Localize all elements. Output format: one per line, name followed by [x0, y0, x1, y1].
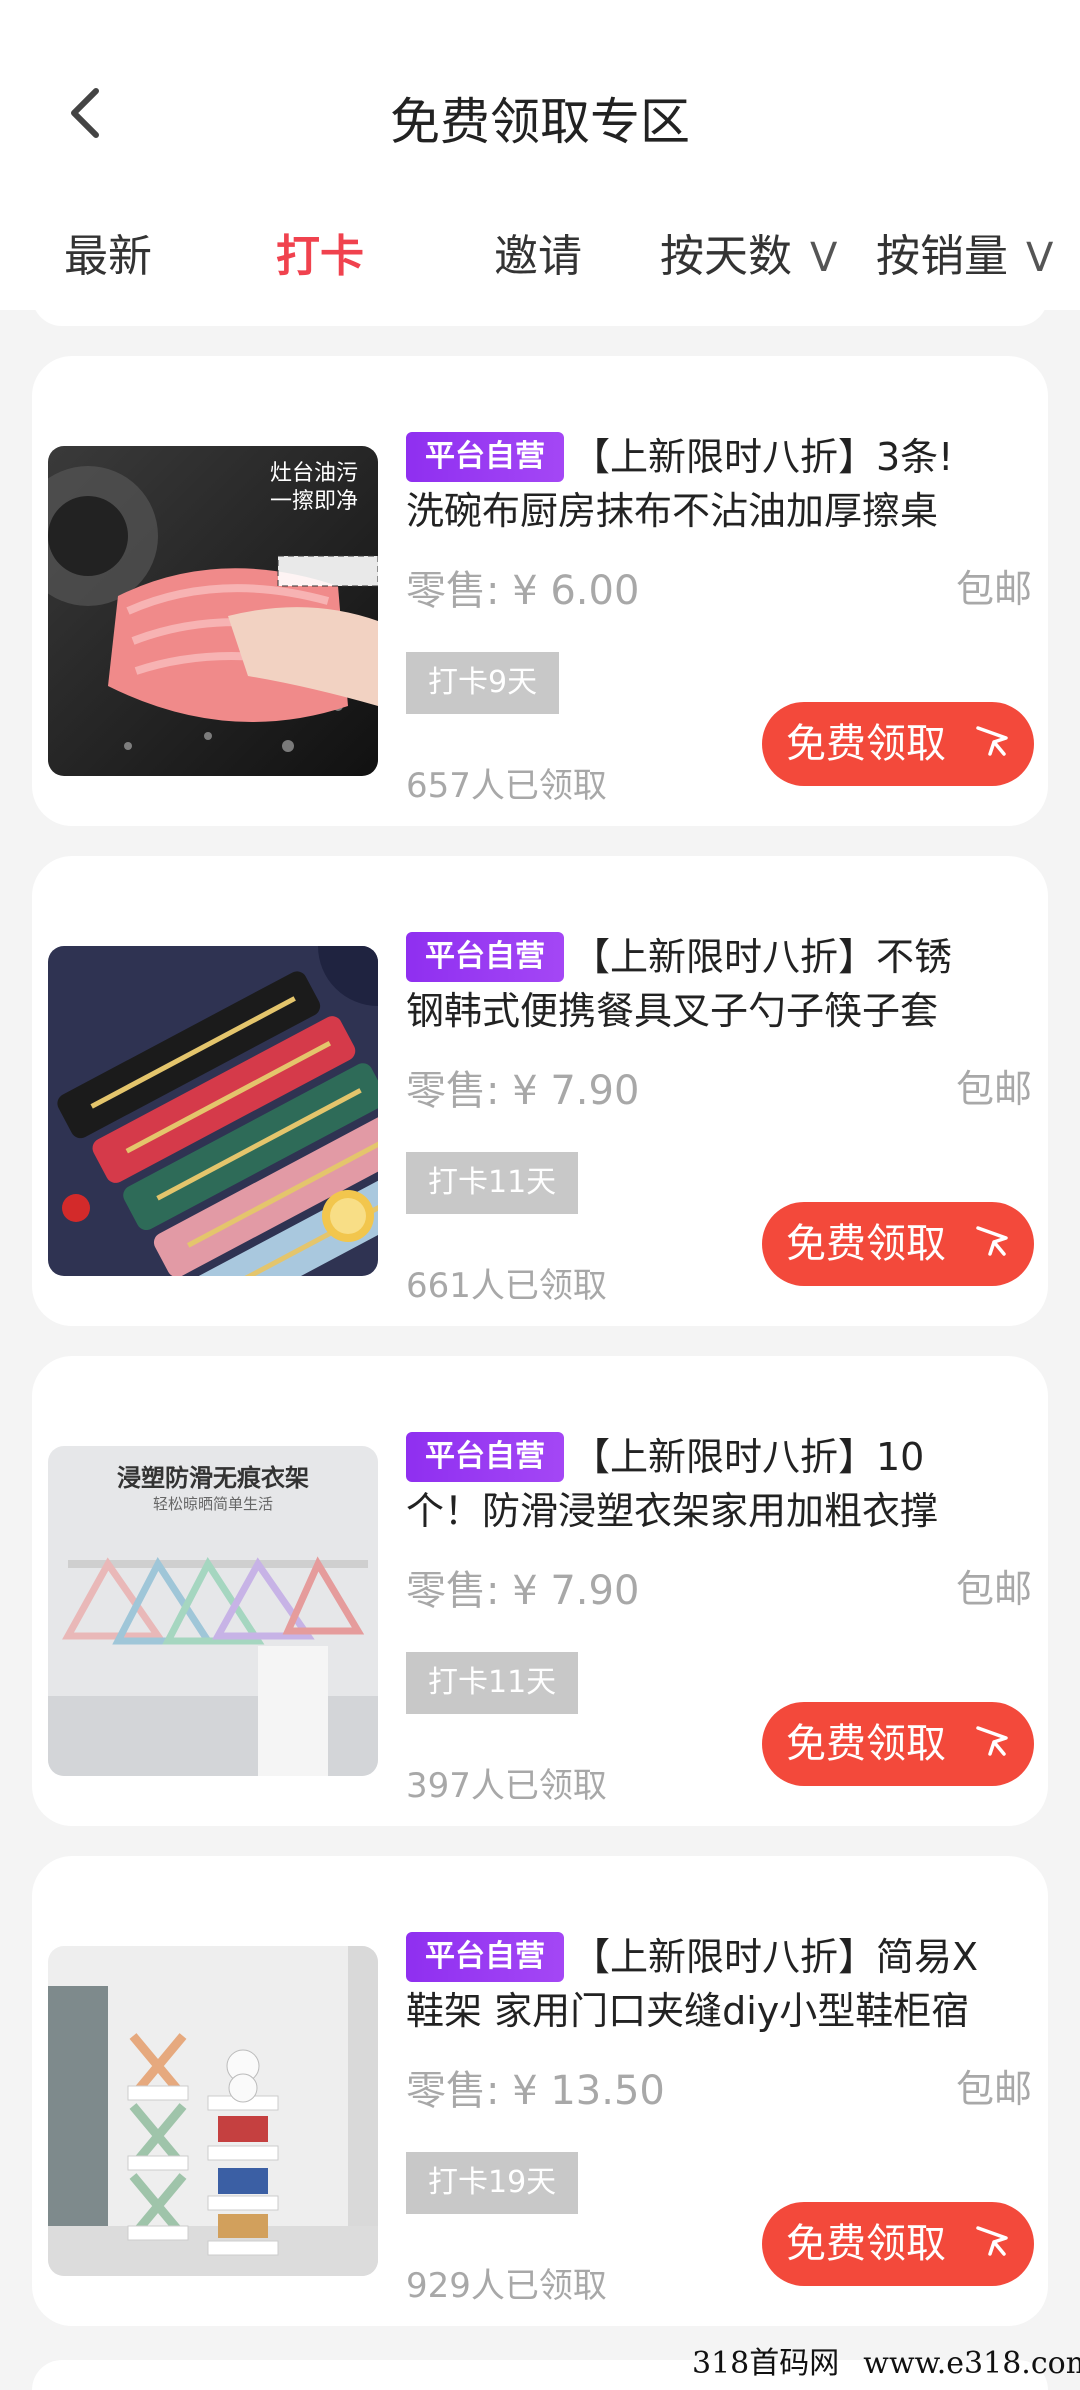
free-claim-button[interactable]: 免费领取 [762, 1702, 1034, 1786]
product-title-cont[interactable]: 洗碗布厨房抹布不沾油加厚擦桌 [406, 480, 1026, 535]
tab-label: 打卡 [276, 231, 364, 282]
tab-label: 最新 [64, 231, 152, 282]
free-shipping-label: 包邮 [955, 1567, 1032, 1611]
claimed-count: 397人已领取 [406, 1766, 607, 1806]
image-caption: 轻松晾晒简单生活 [152, 1495, 273, 1513]
checkin-days-tag: 打卡11天 [406, 1652, 579, 1714]
header-bar: 免费领取专区 最新 打卡 邀请 按天数 V 按销量 V [0, 0, 1080, 310]
free-claim-button[interactable]: 免费领取 [762, 1202, 1034, 1286]
product-title-cont[interactable]: 个！防滑浸塑衣架家用加粗衣撑 [406, 1480, 1026, 1535]
claimed-count: 657人已领取 [406, 766, 607, 806]
self-operated-badge: 平台自营 [406, 1932, 564, 1982]
cursor-icon [976, 1726, 1008, 1756]
tab-latest[interactable]: 最新 [64, 220, 152, 284]
checkin-days-tag: 打卡11天 [406, 1152, 579, 1214]
free-shipping-label: 包邮 [955, 567, 1032, 611]
free-claim-button[interactable]: 免费领取 [762, 702, 1034, 786]
tab-label: 按销量 [876, 231, 1008, 282]
retail-price: 零售: ¥ 13.50 [406, 2068, 665, 2114]
tab-sort-days[interactable]: 按天数 V [660, 220, 837, 284]
image-caption: 灶台油污 [269, 461, 358, 486]
checkin-days-tag: 打卡9天 [406, 652, 560, 714]
tab-label: 按天数 [660, 231, 792, 282]
chevron-down-icon: V [1026, 235, 1054, 281]
image-caption: 一擦即净 [269, 489, 358, 514]
product-title-cont[interactable]: 鞋架 家用门口夹缝diy小型鞋柜宿 [406, 1980, 1026, 2035]
retail-price: 零售: ¥ 6.00 [406, 568, 640, 614]
product-image[interactable]: 灶台油污 一擦即净 [48, 446, 378, 776]
claimed-count: 661人已领取 [406, 1266, 607, 1306]
chevron-down-icon: V [810, 235, 838, 281]
image-caption: 浸塑防滑无痕衣架 [117, 1464, 309, 1492]
free-claim-label: 免费领取 [786, 721, 946, 767]
retail-price: 零售: ¥ 7.90 [406, 1068, 640, 1114]
page-title: 免费领取专区 [390, 93, 690, 151]
retail-price: 零售: ¥ 7.90 [406, 1568, 640, 1614]
tab-checkin[interactable]: 打卡 [276, 220, 364, 284]
product-title[interactable]: 【上新限时八折】3条! [572, 426, 1022, 481]
product-title[interactable]: 【上新限时八折】简易X [572, 1926, 1022, 1981]
product-card[interactable]: 平台自营 【上新限时八折】简易X 鞋架 家用门口夹缝diy小型鞋柜宿 零售: ¥… [32, 1856, 1048, 2326]
tab-label: 邀请 [494, 231, 582, 282]
product-image[interactable] [48, 1946, 378, 2276]
tab-invite[interactable]: 邀请 [494, 220, 582, 284]
cursor-icon [976, 1226, 1008, 1256]
product-title[interactable]: 【上新限时八折】不锈 [572, 926, 1022, 981]
product-card[interactable]: 浸塑防滑无痕衣架 轻松晾晒简单生活 平台自营 【上新限时八折】10 个！防滑浸塑… [32, 1356, 1048, 1826]
cursor-icon [976, 2226, 1008, 2256]
free-shipping-label: 包邮 [955, 1067, 1032, 1111]
product-card[interactable]: 灶台油污 一擦即净 平台自营 【上新限时八折】3条! 洗碗布厨房抹布不沾油加厚擦… [32, 356, 1048, 826]
product-title[interactable]: 【上新限时八折】10 [572, 1426, 1022, 1481]
previous-card-edge [32, 296, 1048, 326]
self-operated-badge: 平台自营 [406, 1432, 564, 1482]
product-image[interactable] [48, 946, 378, 1276]
product-image[interactable]: 浸塑防滑无痕衣架 轻松晾晒简单生活 [48, 1446, 378, 1776]
free-claim-button[interactable]: 免费领取 [762, 2202, 1034, 2286]
free-claim-label: 免费领取 [786, 1221, 946, 1267]
cursor-icon [976, 726, 1008, 756]
self-operated-badge: 平台自营 [406, 432, 564, 482]
product-card[interactable]: 平台自营 【上新限时八折】不锈 钢韩式便携餐具叉子勺子筷子套 零售: ¥ 7.9… [32, 856, 1048, 1326]
free-shipping-label: 包邮 [955, 2067, 1032, 2111]
product-title-cont[interactable]: 钢韩式便携餐具叉子勺子筷子套 [406, 980, 1026, 1035]
watermark: 318首码网 www.e318.com [692, 2338, 1080, 2382]
free-claim-label: 免费领取 [786, 2221, 946, 2267]
free-claim-label: 免费领取 [786, 1721, 946, 1767]
self-operated-badge: 平台自营 [406, 932, 564, 982]
filter-tabs: 最新 打卡 邀请 按天数 V 按销量 V [0, 220, 1080, 290]
claimed-count: 929人已领取 [406, 2266, 607, 2306]
checkin-days-tag: 打卡19天 [406, 2152, 579, 2214]
tab-sort-sales[interactable]: 按销量 V [876, 220, 1053, 284]
